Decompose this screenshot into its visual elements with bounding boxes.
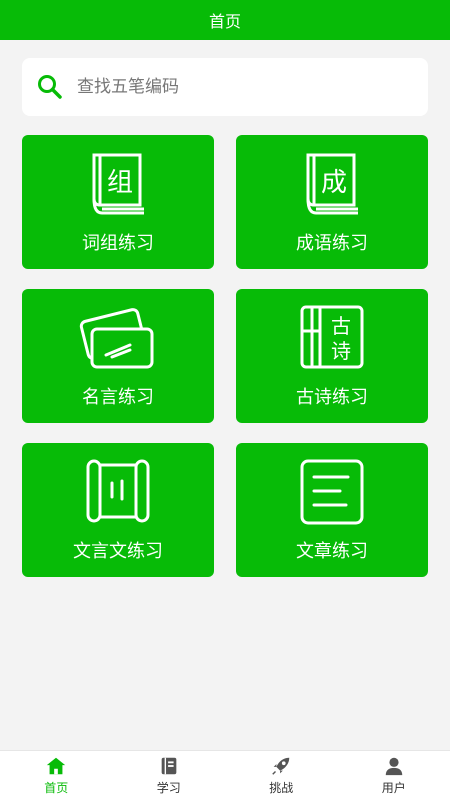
search-input[interactable] [77, 77, 397, 97]
rocket-icon [272, 757, 290, 775]
poem-scroll-icon: 古 诗 [300, 305, 364, 369]
document-icon [300, 459, 364, 525]
card-quote-practice[interactable]: 名言练习 [22, 289, 214, 423]
poem-glyph-2: 诗 [331, 339, 351, 363]
tab-label: 挑战 [269, 781, 294, 795]
card-label: 文章练习 [296, 541, 368, 562]
scroll-icon [86, 459, 150, 523]
cards-icon [79, 308, 154, 369]
bottom-tab-bar: 首页 学习 挑战 用户 [0, 750, 450, 800]
search-icon [38, 75, 62, 99]
book-glyph: 组 [107, 168, 133, 198]
home-icon [47, 757, 66, 775]
tab-label: 学习 [156, 781, 181, 795]
book-icon: 组 [92, 153, 144, 215]
tab-label: 首页 [44, 781, 69, 795]
search-bar[interactable] [22, 58, 428, 116]
book-icon: 成 [306, 153, 358, 215]
page-title: 首页 [208, 12, 241, 31]
card-phrase-practice[interactable]: 组 词组练习 [22, 135, 214, 269]
tab-user[interactable]: 用户 [338, 751, 450, 800]
book-glyph: 成 [321, 168, 347, 198]
card-label: 文言文练习 [73, 541, 163, 562]
card-label: 成语练习 [296, 233, 368, 254]
card-idiom-practice[interactable]: 成 成语练习 [236, 135, 428, 269]
tab-label: 用户 [381, 781, 406, 795]
app-header: 首页 [0, 0, 450, 40]
poem-glyph-1: 古 [331, 314, 351, 338]
card-label: 词组练习 [82, 233, 154, 254]
tab-home[interactable]: 首页 [0, 751, 113, 800]
tab-study[interactable]: 学习 [113, 751, 226, 800]
user-icon [385, 757, 402, 776]
card-poem-practice[interactable]: 古 诗 古诗练习 [236, 289, 428, 423]
card-label: 古诗练习 [296, 387, 368, 408]
tab-challenge[interactable]: 挑战 [225, 751, 338, 800]
card-article-practice[interactable]: 文章练习 [236, 443, 428, 577]
card-classical-practice[interactable]: 文言文练习 [22, 443, 214, 577]
card-label: 名言练习 [82, 387, 154, 408]
notebook-icon [161, 757, 177, 775]
